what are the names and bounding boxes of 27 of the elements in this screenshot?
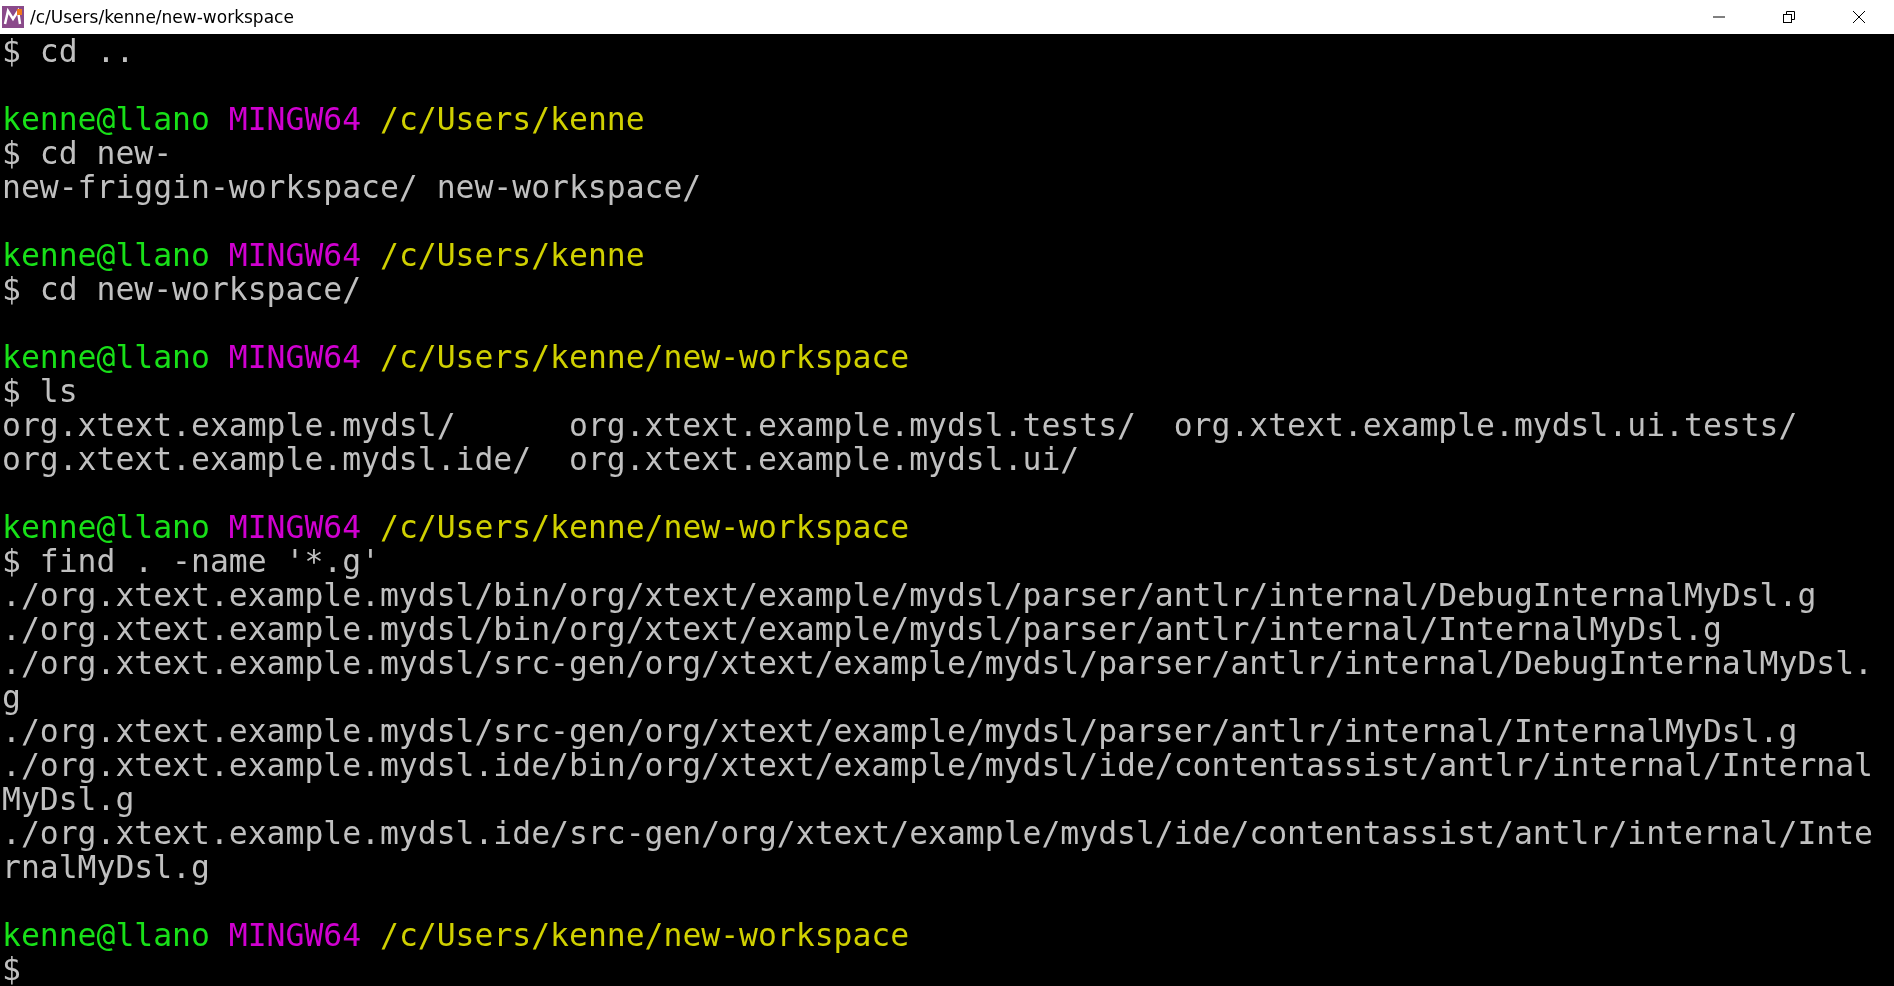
terminal-line: $ cd new-workspace/ <box>2 271 362 307</box>
terminal-line: new-friggin-workspace/ new-workspace/ <box>2 169 702 205</box>
prompt-path: /c/Users/kenne/new-workspace <box>380 917 910 953</box>
window-title: /c/Users/kenne/new-workspace <box>30 7 294 27</box>
terminal-line: $ cd .. <box>2 33 135 69</box>
prompt-path: /c/Users/kenne <box>380 237 645 273</box>
prompt-host: MINGW64 <box>228 917 362 953</box>
prompt-path: /c/Users/kenne/new-workspace <box>380 509 910 545</box>
close-icon <box>1852 10 1866 24</box>
prompt-user: kenne@llano <box>2 509 210 545</box>
prompt-user: kenne@llano <box>2 339 210 375</box>
terminal-line: $ <box>2 951 21 986</box>
prompt-user: kenne@llano <box>2 237 210 273</box>
prompt-host: MINGW64 <box>228 237 362 273</box>
restore-icon <box>1782 10 1796 24</box>
terminal-line: $ ls <box>2 373 78 409</box>
terminal-line: g <box>2 679 21 715</box>
prompt-user: kenne@llano <box>2 917 210 953</box>
prompt-host: MINGW64 <box>228 101 362 137</box>
terminal-line: $ cd new- <box>2 135 173 171</box>
terminal-line: org.xtext.example.mydsl/ org.xtext.example.mydsl.tests/ org.xtext.example.mydsl.ui.tests/ <box>2 407 1798 443</box>
prompt-user: kenne@llano <box>2 101 210 137</box>
terminal-line: $ find . -name '*.g' <box>2 543 380 579</box>
prompt-host: MINGW64 <box>228 509 362 545</box>
prompt-host: MINGW64 <box>228 339 362 375</box>
prompt-path: /c/Users/kenne <box>380 101 645 137</box>
prompt-path: /c/Users/kenne/new-workspace <box>380 339 910 375</box>
